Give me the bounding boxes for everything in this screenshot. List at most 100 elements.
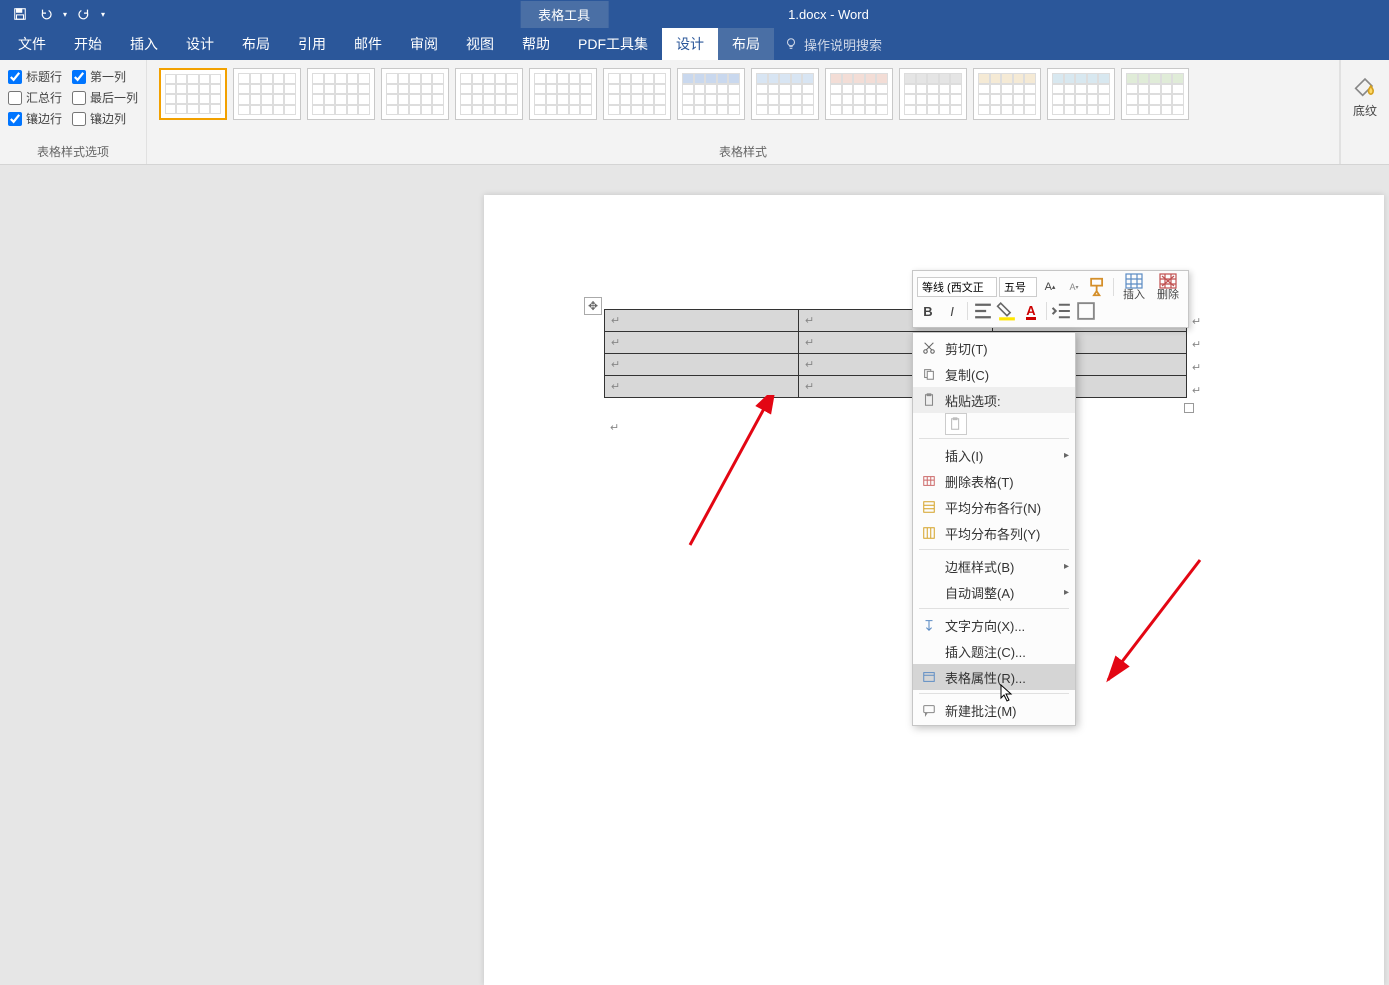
clipboard-icon: [919, 390, 939, 410]
chk-last-col[interactable]: 最后一列: [72, 89, 138, 106]
table-style-14[interactable]: [1121, 68, 1189, 120]
menu-distribute-cols[interactable]: 平均分布各列(Y): [913, 520, 1075, 546]
distribute-rows-icon: [919, 497, 939, 517]
menu-text-direction[interactable]: 文字方向(X)...: [913, 612, 1075, 638]
menu-distribute-rows[interactable]: 平均分布各行(N): [913, 494, 1075, 520]
copy-icon: [919, 364, 939, 384]
paragraph-mark: ↵: [610, 421, 619, 434]
format-painter-button[interactable]: [1087, 276, 1109, 298]
tab-file[interactable]: 文件: [4, 28, 60, 60]
tab-table-layout[interactable]: 布局: [718, 28, 774, 60]
tab-references[interactable]: 引用: [284, 28, 340, 60]
chk-first-col[interactable]: 第一列: [72, 68, 138, 85]
italic-button[interactable]: I: [941, 300, 963, 322]
indent-button[interactable]: [1051, 300, 1073, 322]
delete-table-button[interactable]: 删除: [1152, 273, 1184, 301]
menu-border-style[interactable]: 边框样式(B)▸: [913, 553, 1075, 579]
menu-cut[interactable]: 剪切(T): [913, 335, 1075, 361]
grow-font-button[interactable]: A▴: [1039, 276, 1061, 298]
scissors-icon: [919, 338, 939, 358]
paint-bucket-icon: [1351, 72, 1379, 100]
lightbulb-icon: [784, 37, 798, 51]
tab-help[interactable]: 帮助: [508, 28, 564, 60]
context-menu: 剪切(T) 复制(C) 粘贴选项: 插入(I)▸ 删除表格(T) 平均分布各行(…: [912, 332, 1076, 726]
delete-table-icon: [1159, 273, 1177, 289]
table-move-handle[interactable]: ✥: [584, 297, 602, 315]
menu-separator: [919, 549, 1069, 550]
menu-delete-table[interactable]: 删除表格(T): [913, 468, 1075, 494]
chk-banded-cols[interactable]: 镶边列: [72, 110, 138, 127]
row-end-mark: ↵: [1192, 315, 1201, 328]
tab-design-main[interactable]: 设计: [172, 28, 228, 60]
font-size-combo[interactable]: 五号: [999, 277, 1037, 297]
tell-me-placeholder: 操作说明搜索: [804, 35, 882, 54]
highlight-button[interactable]: [996, 300, 1018, 322]
tab-layout-main[interactable]: 布局: [228, 28, 284, 60]
menu-autofit[interactable]: 自动调整(A)▸: [913, 579, 1075, 605]
insert-table-button[interactable]: 插入: [1118, 273, 1150, 301]
menu-separator: [919, 608, 1069, 609]
ribbon-tabs: 文件 开始 插入 设计 布局 引用 邮件 审阅 视图 帮助 PDF工具集 设计 …: [0, 28, 1389, 60]
contextual-tab-label: 表格工具: [520, 1, 608, 28]
undo-dropdown[interactable]: ▾: [60, 2, 70, 26]
chk-banded-rows[interactable]: 镶边行: [8, 110, 62, 127]
quick-access-toolbar: ▾ ▾: [0, 2, 108, 26]
table-styles-gallery[interactable]: [155, 64, 1331, 143]
tell-me-search[interactable]: 操作说明搜索: [784, 28, 882, 60]
tab-pdf[interactable]: PDF工具集: [564, 28, 662, 60]
shading-button[interactable]: 底纹: [1351, 66, 1379, 119]
table-resize-handle[interactable]: [1184, 403, 1194, 413]
comment-icon: [919, 700, 939, 720]
table-style-13[interactable]: [1047, 68, 1115, 120]
menu-new-comment[interactable]: 新建批注(M): [913, 697, 1075, 723]
bold-button[interactable]: B: [917, 300, 939, 322]
chk-total-row[interactable]: 汇总行: [8, 89, 62, 106]
undo-button[interactable]: [34, 2, 58, 26]
save-button[interactable]: [8, 2, 32, 26]
row-end-mark: ↵: [1192, 361, 1201, 374]
menu-insert-caption[interactable]: 插入题注(C)...: [913, 638, 1075, 664]
cursor-icon: [1000, 684, 1014, 702]
table-row: ↵↵↵: [605, 354, 1187, 376]
menu-table-properties[interactable]: 表格属性(R)...: [913, 664, 1075, 690]
table-style-6[interactable]: [529, 68, 597, 120]
tab-review[interactable]: 审阅: [396, 28, 452, 60]
table-style-2[interactable]: [233, 68, 301, 120]
table-style-8[interactable]: [677, 68, 745, 120]
title-center: 表格工具 1.docx - Word: [520, 1, 869, 28]
table-style-12[interactable]: [973, 68, 1041, 120]
tab-view[interactable]: 视图: [452, 28, 508, 60]
table-style-7[interactable]: [603, 68, 671, 120]
text-direction-icon: [919, 615, 939, 635]
group-label-table-styles: 表格样式: [155, 143, 1331, 162]
redo-button[interactable]: [72, 2, 96, 26]
submenu-arrow-icon: ▸: [1064, 587, 1069, 598]
tab-home[interactable]: 开始: [60, 28, 116, 60]
delete-table-icon: [919, 471, 939, 491]
group-label-style-options: 表格样式选项: [8, 143, 138, 162]
font-color-button[interactable]: A: [1020, 300, 1042, 322]
shrink-font-button[interactable]: A▾: [1063, 276, 1085, 298]
mini-toolbar: 等线 (西文正 五号 A▴ A▾ 插入 删除 B I A: [912, 270, 1189, 328]
table-style-4[interactable]: [381, 68, 449, 120]
row-end-mark: ↵: [1192, 338, 1201, 351]
border-button[interactable]: [1075, 300, 1097, 322]
shading-label: 底纹: [1353, 102, 1377, 119]
tab-table-design[interactable]: 设计: [662, 28, 718, 60]
chk-header-row[interactable]: 标题行: [8, 68, 62, 85]
tab-mailings[interactable]: 邮件: [340, 28, 396, 60]
table-style-5[interactable]: [455, 68, 523, 120]
table-style-3[interactable]: [307, 68, 375, 120]
tab-insert[interactable]: 插入: [116, 28, 172, 60]
qat-customize[interactable]: ▾: [98, 2, 108, 26]
menu-insert[interactable]: 插入(I)▸: [913, 442, 1075, 468]
menu-copy[interactable]: 复制(C): [913, 361, 1075, 387]
table-style-9[interactable]: [751, 68, 819, 120]
paste-option-keep-source[interactable]: [945, 413, 967, 435]
table-style-11[interactable]: [899, 68, 967, 120]
align-button[interactable]: [972, 300, 994, 322]
table-style-10[interactable]: [825, 68, 893, 120]
submenu-arrow-icon: ▸: [1064, 561, 1069, 572]
font-combo[interactable]: 等线 (西文正: [917, 277, 997, 297]
table-style-plain[interactable]: [159, 68, 227, 120]
